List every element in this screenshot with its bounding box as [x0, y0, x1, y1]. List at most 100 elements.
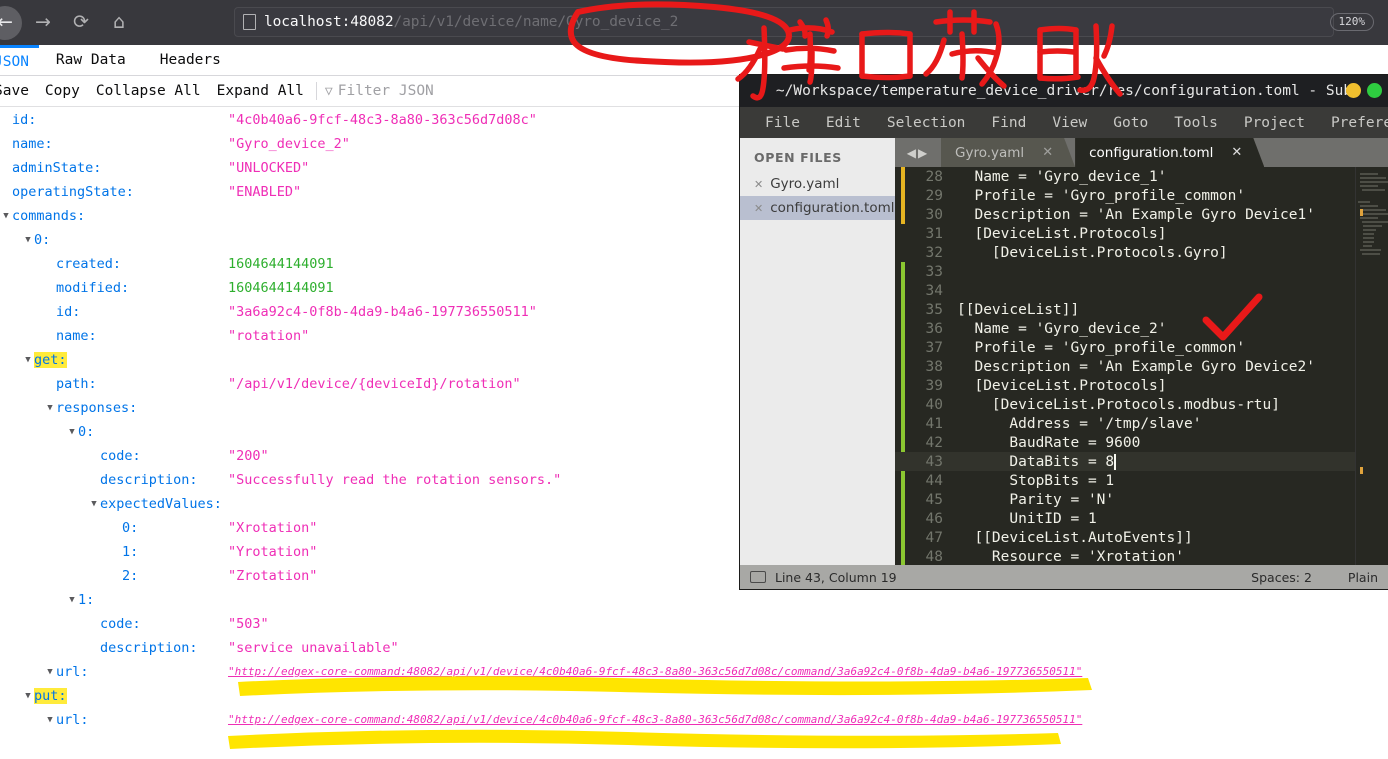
json-row[interactable]: code: "503" [0, 612, 1388, 636]
menu-project[interactable]: Project [1231, 115, 1318, 131]
code-line[interactable]: 37 Profile = 'Gyro_profile_common' [895, 338, 1388, 357]
json-value: 1604644144091 [228, 256, 334, 272]
menu-goto[interactable]: Goto [1100, 115, 1161, 131]
close-icon[interactable]: ✕ [1231, 145, 1242, 160]
menu-find[interactable]: Find [978, 115, 1039, 131]
tab-scroll-arrows-icon[interactable]: ◀▶ [895, 138, 941, 167]
menu-view[interactable]: View [1039, 115, 1100, 131]
tab-json[interactable]: JSON [0, 45, 39, 75]
menu-tools[interactable]: Tools [1161, 115, 1231, 131]
toolbar-divider [315, 82, 317, 100]
expand-all-button[interactable]: Expand All [209, 83, 312, 99]
code-text: [DeviceList.Protocols] [957, 377, 1167, 394]
json-key: 1: [78, 592, 95, 608]
json-key: expectedValues: [100, 496, 222, 512]
code-line[interactable]: 48 Resource = 'Xrotation' [895, 547, 1388, 565]
funnel-icon: ▽ [324, 83, 333, 99]
json-key: get: [34, 352, 67, 368]
menu-file[interactable]: File [752, 115, 813, 131]
code-line[interactable]: 42 BaudRate = 9600 [895, 433, 1388, 452]
sublime-editor[interactable]: ◀▶ Gyro.yaml ✕ configuration.toml ✕ 28 N… [895, 138, 1388, 565]
chevron-down-icon[interactable]: ▼ [66, 427, 78, 437]
json-value-link[interactable]: "http://edgex-core-command:48082/api/v1/… [228, 665, 1082, 678]
forward-icon[interactable]: → [26, 6, 60, 40]
json-value-link[interactable]: "http://edgex-core-command:48082/api/v1/… [228, 713, 1082, 726]
minimap-line [1359, 249, 1382, 251]
json-key: created: [56, 256, 122, 272]
json-row[interactable]: description: "service unavailable" [0, 636, 1388, 660]
reload-icon[interactable]: ⟳ [64, 6, 98, 40]
navigation-buttons: ← → ⟳ ⌂ [0, 0, 136, 45]
code-line[interactable]: 29 Profile = 'Gyro_profile_common' [895, 186, 1388, 205]
json-row[interactable]: ▼ 1: [0, 588, 1388, 612]
code-line[interactable]: 39 [DeviceList.Protocols] [895, 376, 1388, 395]
code-line[interactable]: 41 Address = '/tmp/slave' [895, 414, 1388, 433]
chevron-down-icon[interactable]: ▼ [22, 235, 34, 245]
back-icon[interactable]: ← [0, 5, 22, 40]
tab-raw-data[interactable]: Raw Data [39, 45, 143, 75]
sidebar-file-configuration-toml[interactable]: ✕ configuration.toml [740, 196, 895, 220]
menu-selection[interactable]: Selection [874, 115, 979, 131]
sublime-statusbar: Line 43, Column 19 Spaces: 2 Plain [740, 565, 1388, 589]
code-text: [[DeviceList]] [957, 301, 1080, 318]
filter-json-input[interactable]: ▽ Filter JSON [325, 83, 434, 99]
address-bar[interactable]: localhost:48082/api/v1/device/name/Gyro_… [234, 7, 1334, 37]
close-icon[interactable]: ✕ [754, 178, 763, 191]
code-line[interactable]: 40 [DeviceList.Protocols.modbus-rtu] [895, 395, 1388, 414]
code-line[interactable]: 28 Name = 'Gyro_device_1' [895, 167, 1388, 186]
syntax-setting[interactable]: Plain [1348, 570, 1378, 585]
close-icon[interactable]: ✕ [1042, 145, 1053, 160]
sidebar-file-gyro-yaml[interactable]: ✕ Gyro.yaml [740, 172, 895, 196]
editor-tab-configuration-toml[interactable]: configuration.toml ✕ [1075, 138, 1264, 167]
code-line[interactable]: 35 [[DeviceList]] [895, 300, 1388, 319]
code-text: [DeviceList.Protocols.modbus-rtu] [957, 396, 1281, 413]
home-icon[interactable]: ⌂ [102, 6, 136, 40]
json-row[interactable]: ▼ url: "http://edgex-core-command:48082/ap… [0, 660, 1388, 684]
line-number: 41 [925, 415, 943, 432]
code-line[interactable]: 46 UnitID = 1 [895, 509, 1388, 528]
indentation-setting[interactable]: Spaces: 2 [1251, 570, 1312, 585]
collapse-all-button[interactable]: Collapse All [88, 83, 209, 99]
code-line[interactable]: 30 Description = 'An Example Gyro Device… [895, 205, 1388, 224]
open-files-header: OPEN FILES [754, 150, 842, 165]
code-line[interactable]: 44 StopBits = 1 [895, 471, 1388, 490]
code-text: DataBits = 8 [957, 453, 1115, 470]
line-number: 34 [925, 282, 943, 299]
code-line[interactable]: 36 Name = 'Gyro_device_2' [895, 319, 1388, 338]
cursor-position[interactable]: Line 43, Column 19 [775, 570, 897, 585]
chevron-down-icon[interactable]: ▼ [44, 667, 56, 677]
json-value: "Zrotation" [228, 568, 318, 584]
code-line[interactable]: 32 [DeviceList.Protocols.Gyro] [895, 243, 1388, 262]
chevron-down-icon[interactable]: ▼ [22, 691, 34, 701]
save-button[interactable]: Save [0, 83, 37, 99]
code-line[interactable]: 31 [DeviceList.Protocols] [895, 224, 1388, 243]
menu-preferences[interactable]: Preferences [1318, 115, 1388, 131]
chevron-down-icon[interactable]: ▼ [22, 355, 34, 365]
code-line[interactable]: 45 Parity = 'N' [895, 490, 1388, 509]
chevron-down-icon[interactable]: ▼ [44, 715, 56, 725]
chevron-down-icon[interactable]: ▼ [88, 499, 100, 509]
copy-button[interactable]: Copy [37, 83, 88, 99]
code-line[interactable]: 38 Description = 'An Example Gyro Device… [895, 357, 1388, 376]
close-icon[interactable]: ✕ [754, 202, 763, 215]
chevron-down-icon[interactable]: ▼ [66, 595, 78, 605]
code-line[interactable]: 43 DataBits = 8 [895, 452, 1388, 471]
minimap[interactable] [1355, 167, 1388, 565]
zoom-level-badge[interactable]: 120% [1329, 13, 1374, 31]
chevron-down-icon[interactable]: ▼ [0, 211, 12, 221]
maximize-button[interactable] [1367, 83, 1382, 98]
json-row[interactable]: ▼ put: [0, 684, 1388, 708]
code-line[interactable]: 33 [895, 262, 1388, 281]
editor-tab-gyro-yaml[interactable]: Gyro.yaml ✕ [941, 138, 1075, 167]
minimize-button[interactable] [1346, 83, 1361, 98]
code-line[interactable]: 47 [[DeviceList.AutoEvents]] [895, 528, 1388, 547]
chevron-down-icon[interactable]: ▼ [44, 403, 56, 413]
tab-headers[interactable]: Headers [143, 45, 238, 75]
code-line[interactable]: 34 [895, 281, 1388, 300]
line-number: 45 [925, 491, 943, 508]
code-area[interactable]: 28 Name = 'Gyro_device_1' 29 Profile = 'G… [895, 167, 1388, 565]
json-row[interactable]: ▼ url: "http://edgex-core-command:48082/ap… [0, 708, 1388, 732]
menu-edit[interactable]: Edit [813, 115, 874, 131]
sublime-menubar: File Edit Selection Find View Goto Tools Projec… [740, 107, 1388, 138]
code-text: UnitID = 1 [957, 510, 1097, 527]
